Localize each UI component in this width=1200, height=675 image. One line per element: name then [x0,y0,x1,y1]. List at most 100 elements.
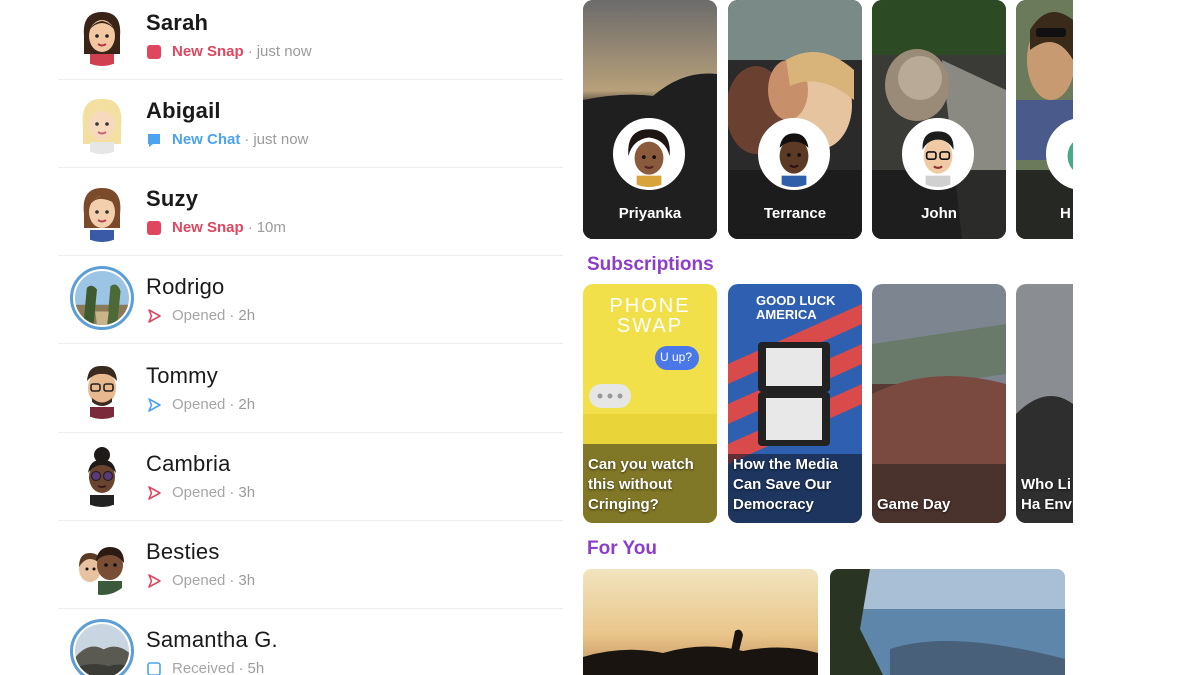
status-label: Opened [172,307,226,324]
chat-status: New Chat · just now [146,131,308,148]
group-bitmoji-icon [70,531,134,595]
chat-status: Opened · 2h [146,307,255,324]
status-label: Opened [172,572,226,589]
status-label: New Snap [172,219,244,236]
subscription-card[interactable]: PHONE SWAP U up? Can you watch this with… [583,284,717,523]
story-card-partial[interactable]: H [1016,0,1073,239]
card-overlay-title: PHONE SWAP [609,295,691,337]
chat-row-rodrigo[interactable]: Rodrigo Opened · 2h [58,256,563,344]
story-photo-icon [75,271,129,325]
chat-status: New Snap · just now [146,43,312,60]
status-label: Opened [172,396,226,413]
bitmoji-avatar-icon [70,443,134,507]
bitmoji-avatar-icon [905,121,971,187]
chat-name: Samantha G. [146,627,278,652]
avatar [70,355,134,419]
chat-status: Opened · 3h [146,572,255,589]
chat-bubble-blue-icon [146,132,162,148]
story-card-terrance[interactable]: Terrance [728,0,862,239]
chat-row-besties[interactable]: Besties Opened · 3h [58,521,563,609]
chat-row-tommy[interactable]: Tommy Opened · 2h [58,345,563,433]
story-photo-icon [75,624,129,675]
chat-name: Cambria [146,451,231,476]
card-caption: How the Media Can Save Our Democracy [733,456,839,513]
chat-name: Tommy [146,363,218,388]
story-name: Terrance [763,205,827,222]
chat-name: Besties [146,539,220,564]
status-label: New Snap [172,43,244,60]
status-time: just now [253,131,309,148]
status-time: 3h [238,572,256,589]
chat-name: Rodrigo [146,274,225,299]
story-name: John [921,205,957,222]
stadium-crowd-thumbnail-icon [872,284,1006,523]
chat-row-cambria[interactable]: Cambria Opened · 3h [58,433,563,521]
friend-bitmoji [613,118,685,190]
chat-row-suzy[interactable]: Suzy New Snap · 10m [58,168,563,256]
for-you-card[interactable] [830,569,1065,675]
card-overlay-title: GOOD LUCK AMERICA [756,293,836,322]
separator: · [244,131,250,148]
chat-list: Sarah New Snap · just now Abigail New Ch… [58,0,563,675]
separator: · [229,484,235,501]
chat-status: Opened · 3h [146,484,255,501]
avatar [70,443,134,507]
status-time: 3h [238,484,256,501]
avatar [70,2,134,66]
opened-arrow-red-icon [146,573,162,589]
status-label: New Chat [172,131,241,148]
bitmoji-avatar-icon [70,90,134,154]
chat-row-samantha[interactable]: Samantha G. Received · 5h [58,609,563,675]
story-background-icon [1016,0,1073,239]
status-time: 2h [238,396,256,413]
separator: · [247,43,253,60]
card-caption: Can you watch this without Cringing? [588,456,694,513]
chat-bubble-text: U up? [660,350,693,364]
avatar [70,178,134,242]
subscriptions-title: Subscriptions [587,254,714,275]
subscription-card[interactable]: GOOD LUCK AMERICA How the Media Can Save… [728,284,862,523]
bitmoji-avatar-icon [616,121,682,187]
chat-status: Opened · 2h [146,396,255,413]
separator: · [238,660,244,675]
for-you-card[interactable] [583,569,818,675]
chat-name: Abigail [146,98,221,123]
sunset-thumbnail-icon [583,569,818,675]
subscription-card[interactable]: Who Li This Ha Enviro [1016,284,1073,523]
status-time: 5h [247,660,265,675]
for-you-title: For You [587,538,658,559]
opened-arrow-red-icon [146,308,162,324]
bitmoji-avatar-icon [70,178,134,242]
story-card-john[interactable]: John [872,0,1006,239]
chat-status: Received · 5h [146,660,264,675]
opened-arrow-blue-icon [146,397,162,413]
received-square-blue-icon [146,661,162,675]
card-caption: Who Li This Ha Enviro [1021,476,1073,513]
status-time: 2h [238,307,256,324]
status-label: Opened [172,484,226,501]
story-name: Priyanka [618,205,682,222]
separator: · [229,307,235,324]
chat-name: Suzy [146,186,199,211]
opened-arrow-red-icon [146,485,162,501]
subscription-card[interactable]: Game Day [872,284,1006,523]
avatar [70,90,134,154]
friend-bitmoji [758,118,830,190]
snapchat-screen: Sarah New Snap · just now Abigail New Ch… [0,0,1200,675]
snap-square-red-icon [146,220,162,236]
bitmoji-avatar-icon [761,121,827,187]
chat-name: Sarah [146,10,209,35]
story-card-priyanka[interactable]: Priyanka [583,0,717,239]
status-time: 10m [256,219,286,236]
coastline-thumbnail-icon [830,569,1065,675]
status-time: just now [256,43,312,60]
friend-bitmoji [902,118,974,190]
chat-row-abigail[interactable]: Abigail New Chat · just now [58,80,563,168]
story-name: H [1060,205,1071,222]
avatar-story-ring[interactable] [70,619,134,675]
discover-panel: Priyanka Terrance John H Subscriptions P… [583,0,1073,675]
avatar [70,531,134,595]
chat-row-sarah[interactable]: Sarah New Snap · just now [58,0,563,80]
avatar-story-ring[interactable] [70,266,134,330]
bitmoji-avatar-icon [70,2,134,66]
